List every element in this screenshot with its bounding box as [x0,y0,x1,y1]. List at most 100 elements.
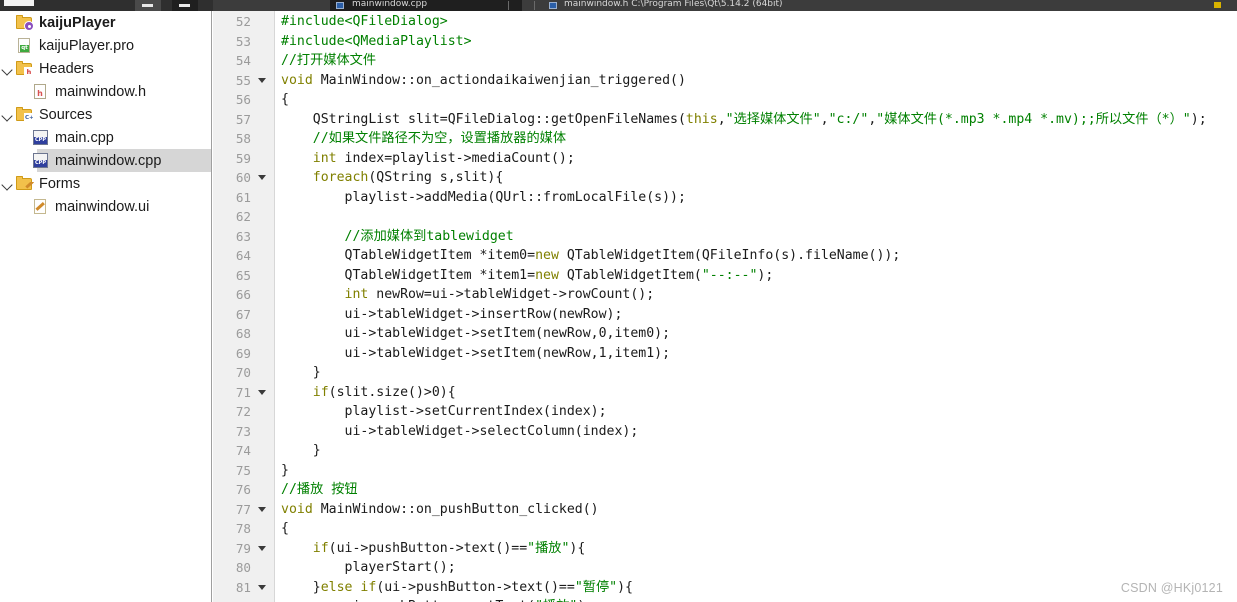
code-text: QTableWidgetItem *item1=new QTableWidget… [281,267,774,283]
tree-item-label: kaijuPlayer [39,14,116,31]
code-line[interactable]: 70 } [213,363,1237,383]
code-text: ui->pushButton->setText("播放"); [281,597,594,602]
project-tree-sidebar[interactable]: kaijuPlayer qt kaijuPlayer.pro h Headers h mai… [0,11,212,602]
code-line[interactable]: 78 { [213,519,1237,539]
code-line[interactable]: 72 playlist->setCurrentIndex(index); [213,402,1237,422]
tree-item-mainwindow-h[interactable]: h mainwindow.h [0,80,211,103]
tree-item-label: Sources [39,106,93,123]
tree-item-label: kaijuPlayer.pro [39,37,135,54]
code-line[interactable]: 59 int index=playlist->mediaCount(); [213,149,1237,169]
code-line[interactable]: 53 #include<QMediaPlaylist> [213,32,1237,52]
tree-item-headers[interactable]: h Headers [0,57,211,80]
line-number: 64 [235,248,251,263]
tab-label: mainwindow.h C:\Program Files\Qt\5.14.2 … [564,0,783,9]
line-number: 57 [235,111,251,127]
line-number: 62 [235,209,251,224]
tree-item-main-cpp[interactable]: CPP main.cpp [0,126,211,149]
code-text: #include<QFileDialog> [281,14,448,29]
code-line[interactable]: 73 ui->tableWidget->selectColumn(index); [213,422,1237,442]
code-line[interactable]: 77 void MainWindow::on_pushButton_clicked… [213,500,1237,520]
editor-tab-strip[interactable]: mainwindow.cpp mainwindow.h C:\Program F… [0,0,1237,11]
code-line[interactable]: 64 QTableWidgetItem *item0=new QTableWid… [213,246,1237,266]
code-text: void MainWindow::on_actiondaikaiwenjian_… [281,72,686,88]
tab-mainwindow-cpp[interactable]: mainwindow.cpp [330,0,522,11]
code-text: foreach(QString s,slit){ [312,170,504,185]
code-line[interactable]: 57 QStringList slit=QFileDialog::getOpen… [213,110,1237,130]
code-line[interactable]: 69 ui->tableWidget->setItem(newRow,1,ite… [213,344,1237,364]
code-line[interactable]: 76 //播放 按钮 [213,480,1237,500]
chevron-down-icon[interactable] [0,57,16,80]
line-number: 58 [235,131,251,146]
code-line[interactable]: 71 if(slit.size()>0){ [213,383,1237,403]
tab-mainwindow-h[interactable]: mainwindow.h C:\Program Files\Qt\5.14.2 … [548,0,1034,11]
tree-item-sources[interactable]: C++ Sources [0,103,211,126]
code-text: QStringList slit=QFileDialog::getOpenFil… [281,111,1207,127]
fold-triangle-icon[interactable] [258,584,266,590]
code-text: void MainWindow::on_pushButton_clicked() [281,501,599,517]
line-number: 66 [235,287,251,302]
tree-item-label: mainwindow.h [55,83,147,100]
code-text: //如果文件路径不为空，设置播放器的媒体 [281,131,567,146]
code-line[interactable]: 62 [213,207,1237,227]
fold-triangle-icon[interactable] [258,389,266,395]
line-number: 72 [235,404,251,419]
fold-triangle-icon[interactable] [258,175,266,180]
project-folder-icon [16,15,34,31]
code-line[interactable]: 75} [213,461,1237,481]
code-line[interactable]: 61 playlist->addMedia(QUrl::fromLocalFil… [213,188,1237,208]
code-line[interactable]: 80 playerStart(); [213,558,1237,578]
code-line[interactable]: 60 foreach(QString s,slit){ [213,168,1237,188]
code-line[interactable]: 68 ui->tableWidget->setItem(newRow,0,ite… [213,324,1237,344]
code-text: QTableWidgetItem *item0=new QTableWidget… [281,248,901,263]
toolbar-button[interactable] [135,0,161,11]
watermark: CSDN @HKj0121 [1120,581,1223,595]
tree-item-kaijuplayer-pro[interactable]: qt kaijuPlayer.pro [0,34,211,57]
cpp-file-icon [336,2,344,9]
tree-item-mainwindow-cpp[interactable]: CPP mainwindow.cpp [0,149,211,172]
line-number: 52 [235,14,251,29]
code-text: { [281,521,289,536]
code-line[interactable]: 58 //如果文件路径不为空，设置播放器的媒体 [213,129,1237,149]
code-text: } [281,365,321,380]
tab-label: mainwindow.cpp [352,0,428,9]
fold-triangle-icon[interactable] [258,545,266,551]
code-text: //播放 按钮 [281,482,358,497]
toolbar-button-active[interactable] [172,0,198,11]
tab-separator [508,1,509,10]
code-text: #include<QMediaPlaylist> [281,33,472,49]
code-text: ui->tableWidget->setItem(newRow,1,item1)… [281,345,671,361]
fold-triangle-icon[interactable] [258,77,266,83]
code-line[interactable]: 65 QTableWidgetItem *item1=new QTableWid… [213,266,1237,286]
cpp-file-icon: CPP [32,153,49,168]
sources-folder-icon: C++ [16,107,34,123]
code-line[interactable]: 74 } [213,441,1237,461]
code-line[interactable]: 66 int newRow=ui->tableWidget->rowCount(… [213,285,1237,305]
code-line[interactable]: 67 ui->tableWidget->insertRow(newRow); [213,305,1237,325]
code-line[interactable]: 82 ui->pushButton->setText("播放"); [213,597,1237,602]
tree-item-forms[interactable]: Forms [0,172,211,195]
code-line[interactable]: 55 void MainWindow::on_actiondaikaiwenjia… [213,71,1237,91]
code-line[interactable]: 54 //打开媒体文件 [213,51,1237,71]
pane-header-chip [4,0,34,6]
line-number: 73 [235,423,251,439]
code-line[interactable]: 56 { [213,90,1237,110]
tree-item-mainwindow-ui[interactable]: mainwindow.ui [0,195,211,218]
fold-triangle-icon[interactable] [258,506,266,512]
code-content[interactable]: 52 #include<QFileDialog> 53 #include<QMedia… [213,11,1237,602]
line-number: 74 [235,443,251,458]
code-line[interactable]: 63 //添加媒体到tablewidget [213,227,1237,247]
chevron-down-icon[interactable] [0,172,16,195]
code-line[interactable]: 81 }else if(ui->pushButton->text()=="暂停"… [213,578,1237,598]
code-text: { [281,92,289,107]
code-line[interactable]: 79 if(ui->pushButton->text()=="播放"){ [213,539,1237,559]
line-number: 59 [235,150,251,166]
chevron-down-icon[interactable] [0,103,16,126]
code-text: ui->tableWidget->setItem(newRow,0,item0)… [281,326,671,341]
line-number: 71 [235,384,251,400]
code-line[interactable]: 52 #include<QFileDialog> [213,12,1237,32]
tree-item-kaijuplayer[interactable]: kaijuPlayer [0,11,211,34]
h-file-icon: h [32,84,49,99]
status-accent-dot [1214,2,1221,8]
code-editor[interactable]: 52 #include<QFileDialog> 53 #include<QMedia… [213,11,1237,602]
